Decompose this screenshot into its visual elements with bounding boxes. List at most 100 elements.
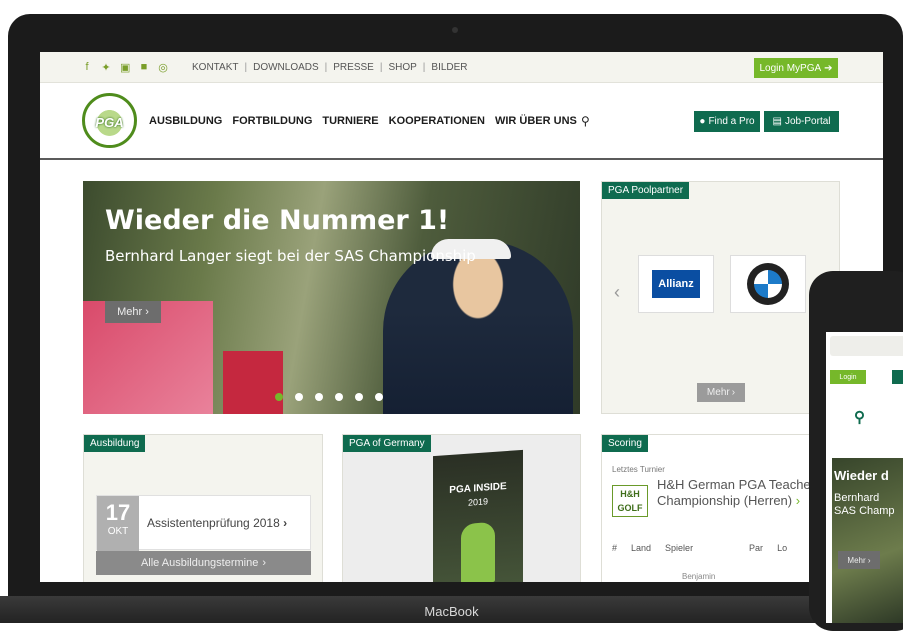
social-links: f ✦ ▣ ■ ◎ bbox=[82, 61, 168, 74]
phone-address-bar bbox=[830, 336, 903, 356]
more-label: Mehr bbox=[706, 387, 730, 398]
allianz-logo[interactable]: Allianz bbox=[638, 255, 714, 313]
last-tournament-label: Letztes Turnier bbox=[612, 465, 665, 474]
job-portal-label: Job-Portal bbox=[784, 116, 831, 127]
job-portal-button[interactable]: ▤ Job-Portal bbox=[764, 111, 839, 132]
ausbildung-tag: Ausbildung bbox=[84, 435, 146, 452]
all-dates-label: Alle Ausbildungstermine bbox=[140, 557, 259, 569]
hh-golf-logo: H&H GOLF bbox=[612, 485, 648, 517]
top-links: KONTAKT | DOWNLOADS | PRESSE | SHOP | BILDER bbox=[192, 62, 468, 73]
chevron-right-icon: › bbox=[731, 387, 736, 398]
chevron-right-icon: › bbox=[262, 557, 267, 569]
top-bar: f ✦ ▣ ■ ◎ KONTAKT | DOWNLOADS | PRESSE | SH… bbox=[40, 52, 883, 83]
col-spieler: Spieler bbox=[665, 543, 694, 553]
link-separator: | bbox=[379, 62, 383, 73]
hero-slider[interactable]: Wieder die Nummer 1! Bernhard Langer sie… bbox=[83, 181, 580, 414]
login-icon: ➔ bbox=[824, 62, 833, 74]
job-icon: ▤ bbox=[772, 116, 782, 127]
nav-item-fortbildung[interactable]: FORTBILDUNG bbox=[232, 115, 312, 127]
nav-item-kooperationen[interactable]: KOOPERATIONEN bbox=[389, 115, 485, 127]
date-month: OKT bbox=[107, 526, 129, 537]
date-badge: 17 OKT bbox=[97, 496, 139, 551]
link-kontakt[interactable]: KONTAKT bbox=[192, 62, 238, 73]
ausbildung-box: Ausbildung 17 OKT Assistentenprüfung 201… bbox=[83, 434, 323, 582]
find-a-pro-button[interactable]: ● Find a Pro bbox=[694, 111, 760, 132]
link-separator: | bbox=[244, 62, 248, 73]
hero-decor-shape bbox=[223, 351, 283, 414]
score-table-header: # Land Spieler Par Lo bbox=[612, 543, 787, 553]
link-separator: | bbox=[422, 62, 426, 73]
event-title: Assistentenprüfung 2018 › bbox=[147, 516, 288, 530]
facebook-icon[interactable]: f bbox=[82, 61, 92, 74]
main-nav: PGA AUSBILDUNG FORTBILDUNG TURNIERE KOOP… bbox=[40, 83, 883, 160]
link-downloads[interactable]: DOWNLOADS bbox=[253, 62, 319, 73]
camera-dot bbox=[452, 27, 458, 33]
find-pro-label: Find a Pro bbox=[708, 116, 755, 127]
chevron-right-icon: › bbox=[795, 493, 801, 508]
chevron-right-icon: › bbox=[283, 516, 288, 530]
link-bilder[interactable]: BILDER bbox=[431, 62, 467, 73]
phone-hero-subtitle: Bernhard SAS Champ bbox=[834, 492, 895, 517]
nav-item-ausbildung[interactable]: AUSBILDUNG bbox=[149, 115, 222, 127]
slider-dot[interactable] bbox=[275, 393, 283, 401]
search-icon[interactable]: ⚲ bbox=[854, 408, 865, 426]
login-mypga-button[interactable]: Login MyPGA ➔ bbox=[754, 58, 838, 78]
xing-icon[interactable]: ■ bbox=[139, 61, 149, 74]
search-icon[interactable]: ⚲ bbox=[581, 114, 590, 128]
website-screen: f ✦ ▣ ■ ◎ KONTAKT | DOWNLOADS | PRESSE | SH… bbox=[40, 52, 883, 582]
magazine-cover[interactable]: PGA INSIDE 2019 bbox=[433, 449, 523, 582]
slider-dot[interactable] bbox=[355, 393, 363, 401]
slider-dot[interactable] bbox=[375, 393, 383, 401]
bmw-logo[interactable] bbox=[730, 255, 806, 313]
phone-hero-title: Wieder d bbox=[834, 468, 889, 483]
phone-more-button[interactable]: Mehr › bbox=[838, 551, 880, 569]
nav-item-turniere[interactable]: TURNIERE bbox=[322, 115, 378, 127]
hero-subtitle: Bernhard Langer siegt bei der SAS Champi… bbox=[105, 247, 476, 265]
chevron-right-icon: › bbox=[145, 306, 149, 318]
player-name: Benjamin bbox=[682, 572, 716, 581]
col-rank: # bbox=[612, 543, 618, 553]
slider-dot[interactable] bbox=[335, 393, 343, 401]
poolpartner-box: PGA Poolpartner ‹ Allianz Mehr › bbox=[601, 181, 840, 414]
twitter-icon[interactable]: ✦ bbox=[101, 61, 111, 74]
nav-links: AUSBILDUNG FORTBILDUNG TURNIERE KOOPERAT… bbox=[149, 115, 577, 127]
golfer-photo bbox=[383, 241, 573, 414]
chevron-left-icon[interactable]: ‹ bbox=[614, 282, 620, 303]
table-row[interactable]: Benjamin bbox=[682, 572, 715, 581]
magazine-golfer-image bbox=[461, 521, 495, 582]
scoring-box: Scoring Letztes Turnier H&H GOLF H&H Ger… bbox=[601, 434, 841, 582]
hero-more-button[interactable]: Mehr › bbox=[105, 301, 161, 323]
event-card[interactable]: 17 OKT Assistentenprüfung 2018 › bbox=[96, 495, 311, 551]
poolpartner-tag: PGA Poolpartner bbox=[602, 182, 690, 199]
nav-item-wir-ueber-uns[interactable]: WIR ÜBER UNS bbox=[495, 115, 577, 127]
map-pin-icon: ● bbox=[699, 116, 706, 127]
device-brand-label: MacBook bbox=[424, 604, 479, 619]
slider-dot[interactable] bbox=[295, 393, 303, 401]
all-dates-button[interactable]: Alle Ausbildungstermine › bbox=[96, 551, 311, 575]
pga-logo[interactable]: PGA bbox=[82, 93, 137, 148]
link-presse[interactable]: PRESSE bbox=[333, 62, 374, 73]
phone-find-pro-button[interactable] bbox=[892, 370, 903, 384]
col-land: Land bbox=[631, 543, 652, 553]
partner-more-button[interactable]: Mehr › bbox=[697, 383, 745, 402]
slider-dot[interactable] bbox=[315, 393, 323, 401]
link-shop[interactable]: SHOP bbox=[388, 62, 416, 73]
phone-screen: Login ⚲ Wieder d Bernhard SAS Champ Mehr… bbox=[826, 332, 903, 623]
date-day: 17 bbox=[105, 500, 131, 525]
bmw-roundel-icon bbox=[747, 263, 789, 305]
col-par: Par bbox=[749, 543, 764, 553]
slider-dots bbox=[275, 393, 383, 401]
youtube-icon[interactable]: ▣ bbox=[120, 61, 130, 74]
magazine-year: 2019 bbox=[467, 496, 489, 508]
more-label: Mehr bbox=[117, 306, 143, 318]
allianz-label: Allianz bbox=[652, 270, 700, 298]
phone-login-button[interactable]: Login bbox=[830, 370, 866, 384]
chevron-right-icon: › bbox=[867, 555, 871, 565]
hero-title: Wieder die Nummer 1! bbox=[105, 205, 450, 236]
pga-germany-tag: PGA of Germany bbox=[343, 435, 431, 452]
col-lo: Lo bbox=[777, 543, 788, 553]
logo-text: PGA bbox=[95, 115, 124, 130]
link-separator: | bbox=[324, 62, 328, 73]
login-label: Login MyPGA bbox=[759, 62, 822, 74]
instagram-icon[interactable]: ◎ bbox=[158, 61, 168, 74]
